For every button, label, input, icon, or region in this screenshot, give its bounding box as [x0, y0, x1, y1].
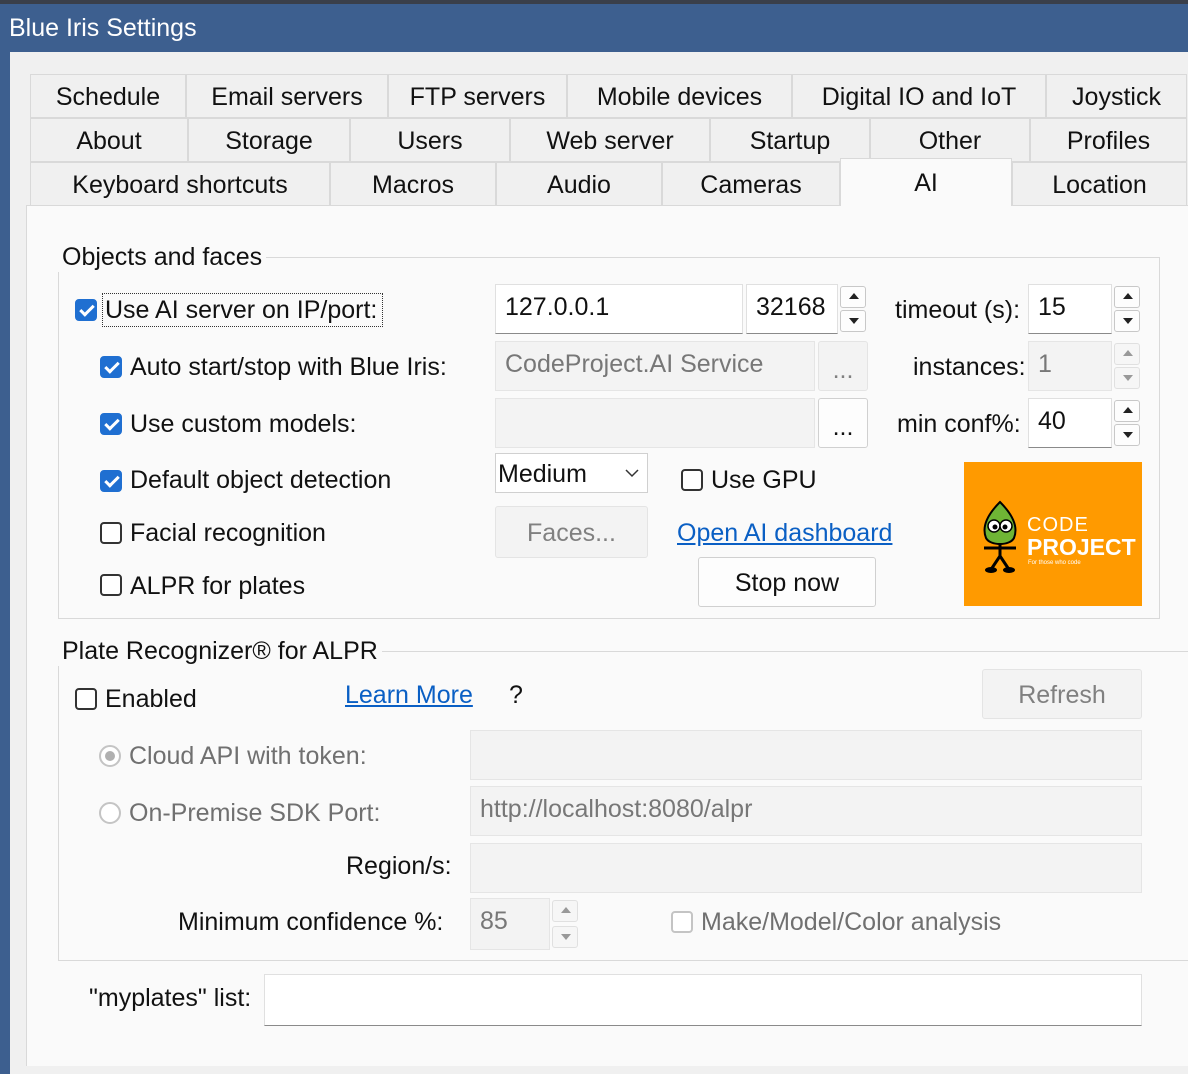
use-gpu-label: Use GPU	[711, 466, 817, 494]
custom-models-path[interactable]	[495, 398, 815, 448]
timeout-label: timeout (s):	[895, 296, 1021, 324]
region-input[interactable]	[470, 843, 1142, 893]
auto-start-checkbox[interactable]	[100, 356, 122, 378]
ai-service-field[interactable]: CodeProject.AI Service	[495, 341, 815, 391]
stop-now-button[interactable]: Stop now	[698, 557, 876, 607]
plate-min-conf-spinner[interactable]	[551, 898, 581, 950]
alpr-label: ALPR for plates	[130, 572, 306, 600]
learn-more-link[interactable]: Learn More	[345, 681, 473, 710]
window-left-edge	[0, 52, 10, 1074]
tab-profiles[interactable]: Profiles	[1030, 118, 1187, 162]
cloud-api-radio[interactable]	[99, 745, 121, 767]
timeout-spinner[interactable]	[1113, 284, 1143, 334]
help-link[interactable]: ?	[509, 681, 523, 710]
on-premise-label: On-Premise SDK Port:	[129, 799, 381, 827]
instances-label: instances:	[913, 353, 1026, 381]
instances-input[interactable]: 1	[1028, 341, 1112, 391]
tab-macros[interactable]: Macros	[330, 162, 496, 206]
codeproject-mascot-icon	[983, 500, 1017, 573]
custom-models-label: Use custom models:	[130, 410, 357, 438]
open-ai-dashboard-link[interactable]: Open AI dashboard	[677, 519, 892, 548]
timeout-input[interactable]: 15	[1028, 284, 1112, 334]
facial-recognition-label: Facial recognition	[130, 519, 326, 547]
alpr-checkbox[interactable]	[100, 574, 122, 596]
use-ai-label: Use AI server on IP/port:	[105, 296, 378, 324]
cloud-api-label: Cloud API with token:	[129, 742, 367, 770]
tab-users[interactable]: Users	[350, 118, 510, 162]
logo-tagline: For those who code	[1028, 560, 1081, 566]
ai-ip-input[interactable]: 127.0.0.1	[495, 284, 743, 334]
tab-cameras[interactable]: Cameras	[662, 162, 840, 206]
tab-storage[interactable]: Storage	[188, 118, 350, 162]
codeproject-logo: CODE PROJECT For those who code	[964, 462, 1142, 606]
port-spinner[interactable]	[839, 284, 869, 334]
min-conf-input[interactable]: 40	[1028, 398, 1112, 448]
default-detection-checkbox[interactable]	[100, 470, 122, 492]
plate-enabled-label: Enabled	[105, 685, 197, 713]
min-conf-label: min conf%:	[897, 410, 1021, 438]
detection-mode-value: Medium	[498, 460, 587, 488]
logo-project-text: PROJECT	[1027, 534, 1136, 560]
plate-min-conf-label: Minimum confidence %:	[178, 908, 444, 936]
custom-models-browse-button[interactable]: ...	[818, 398, 868, 448]
use-ai-checkbox[interactable]	[75, 299, 97, 321]
tab-startup[interactable]: Startup	[710, 118, 870, 162]
use-gpu-checkbox[interactable]	[681, 469, 703, 491]
chevron-down-icon	[625, 469, 639, 478]
make-model-label: Make/Model/Color analysis	[701, 908, 1002, 936]
make-model-checkbox[interactable]	[671, 911, 693, 933]
tab-ai[interactable]: AI	[840, 158, 1012, 206]
refresh-button[interactable]: Refresh	[982, 669, 1142, 719]
tab-audio[interactable]: Audio	[496, 162, 662, 206]
ai-port-input[interactable]: 32168	[746, 284, 838, 334]
default-detection-label: Default object detection	[130, 466, 392, 494]
window-title: Blue Iris Settings	[0, 4, 1188, 52]
region-label: Region/s:	[346, 852, 452, 880]
tab-web-server[interactable]: Web server	[510, 118, 710, 162]
detection-mode-select[interactable]: Medium	[495, 453, 648, 493]
myplates-input[interactable]	[264, 974, 1142, 1026]
auto-start-label: Auto start/stop with Blue Iris:	[130, 353, 447, 381]
faces-button[interactable]: Faces...	[495, 506, 648, 558]
tab-ftp-servers[interactable]: FTP servers	[388, 74, 567, 118]
on-premise-radio[interactable]	[99, 802, 121, 824]
plate-enabled-checkbox[interactable]	[75, 688, 97, 710]
cloud-token-input[interactable]	[470, 730, 1142, 780]
tab-about[interactable]: About	[30, 118, 188, 162]
plate-min-conf-input[interactable]: 85	[470, 898, 550, 950]
facial-recognition-checkbox[interactable]	[100, 522, 122, 544]
tab-mobile-devices[interactable]: Mobile devices	[567, 74, 792, 118]
plate-recognizer-title: Plate Recognizer® for ALPR	[58, 637, 382, 666]
tab-digital-io[interactable]: Digital IO and IoT	[792, 74, 1046, 118]
custom-models-checkbox[interactable]	[100, 413, 122, 435]
tab-joystick[interactable]: Joystick	[1046, 74, 1187, 118]
tab-schedule[interactable]: Schedule	[30, 74, 186, 118]
instances-spinner[interactable]	[1113, 341, 1143, 391]
tab-keyboard-shortcuts[interactable]: Keyboard shortcuts	[30, 162, 330, 206]
tab-location[interactable]: Location	[1012, 162, 1187, 206]
service-browse-button[interactable]: ...	[818, 341, 868, 391]
tab-other[interactable]: Other	[870, 118, 1030, 162]
on-premise-url-input[interactable]: http://localhost:8080/alpr	[470, 786, 1142, 836]
myplates-label: "myplates" list:	[89, 984, 252, 1012]
tab-email-servers[interactable]: Email servers	[186, 74, 388, 118]
min-conf-spinner[interactable]	[1113, 398, 1143, 448]
objects-faces-title: Objects and faces	[58, 243, 267, 272]
